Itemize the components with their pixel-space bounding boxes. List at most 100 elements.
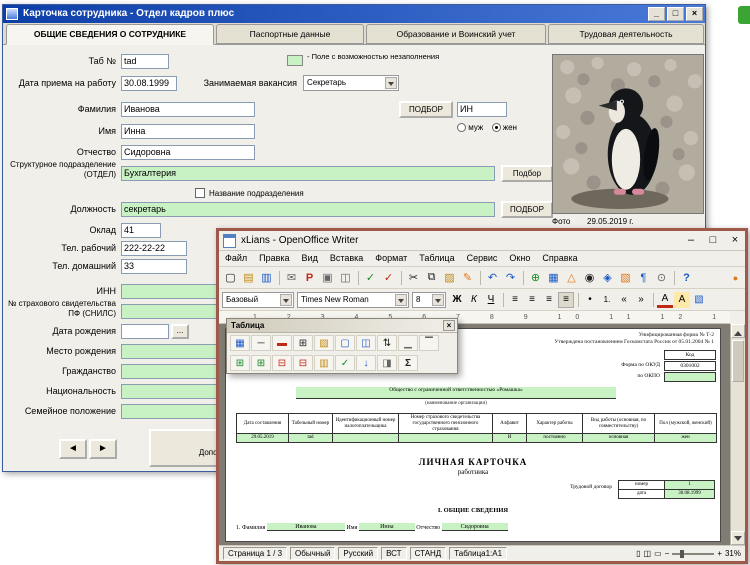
t2-value-cell[interactable]: tad: [289, 434, 333, 443]
menu-tools[interactable]: Сервис: [461, 251, 504, 266]
initials-input[interactable]: ИН: [457, 102, 507, 117]
copy-icon[interactable]: ⧉: [423, 270, 440, 286]
nonprinting-chars-icon[interactable]: ¶: [635, 270, 652, 286]
view-single-page-icon[interactable]: ▯: [636, 549, 640, 558]
font-color-icon[interactable]: A: [657, 292, 673, 308]
undo-icon[interactable]: ↶: [484, 270, 501, 286]
hr-close-button[interactable]: ×: [686, 7, 703, 21]
scrollbar-thumb[interactable]: [732, 340, 744, 382]
t2-value-cell[interactable]: 29.05.2019: [237, 434, 289, 443]
shortcut-corner-icon[interactable]: [738, 6, 750, 24]
surname-value[interactable]: Иванова: [267, 523, 345, 531]
menu-format[interactable]: Формат: [369, 251, 413, 266]
tab-passport-data[interactable]: Паспортные данные: [216, 24, 364, 44]
prev-record-button[interactable]: ◄: [59, 439, 87, 459]
work-phone-input[interactable]: 222-22-22: [121, 241, 187, 256]
numbered-list-icon[interactable]: 1.: [599, 292, 615, 308]
find-replace-icon[interactable]: ◉: [581, 270, 598, 286]
insert-column-icon[interactable]: ⊞: [251, 355, 271, 371]
gallery-icon[interactable]: ▧: [617, 270, 634, 286]
status-page-style[interactable]: Обычный: [290, 547, 335, 560]
menu-file[interactable]: Файл: [219, 251, 253, 266]
paste-icon[interactable]: ▨: [441, 270, 458, 286]
background-color-icon[interactable]: ▨: [314, 335, 334, 351]
line-color-icon[interactable]: ▬: [272, 335, 292, 351]
line-style-icon[interactable]: ─: [251, 335, 271, 351]
zoom-slider[interactable]: [672, 553, 714, 555]
split-cells-icon[interactable]: ◫: [356, 335, 376, 351]
writer-maximize-button[interactable]: □: [703, 231, 723, 250]
writer-minimize-button[interactable]: –: [681, 231, 701, 250]
t2-value-cell[interactable]: постоянно: [527, 434, 583, 443]
italic-button[interactable]: К: [466, 292, 482, 308]
scroll-down-button[interactable]: [731, 531, 745, 545]
podbor-employee-button[interactable]: ПОДБОР: [399, 101, 453, 118]
open-icon[interactable]: ▤: [240, 270, 257, 286]
department-input[interactable]: Бухгалтерия: [121, 166, 495, 181]
help-icon[interactable]: ?: [678, 270, 695, 286]
menu-window[interactable]: Окно: [503, 251, 536, 266]
print-preview-icon[interactable]: ◫: [337, 270, 354, 286]
menu-edit[interactable]: Правка: [253, 251, 295, 266]
writer-title-bar[interactable]: xLians - OpenOffice Writer – □ ×: [219, 231, 745, 251]
chevron-down-icon[interactable]: [395, 294, 407, 306]
t2-value-cell[interactable]: И: [493, 434, 527, 443]
menu-view[interactable]: Вид: [296, 251, 324, 266]
menu-insert[interactable]: Вставка: [324, 251, 369, 266]
draw-functions-icon[interactable]: △: [563, 270, 580, 286]
position-input[interactable]: секретарь: [121, 202, 495, 217]
lastname-input[interactable]: Иванова: [121, 102, 255, 117]
zoom-percent[interactable]: 31%: [725, 549, 741, 558]
home-phone-input[interactable]: 33: [121, 259, 187, 274]
salary-input[interactable]: 41: [121, 223, 161, 238]
zoom-out-icon[interactable]: −: [665, 549, 670, 558]
sum-icon[interactable]: Σ: [398, 355, 418, 371]
status-language[interactable]: Русский: [338, 547, 378, 560]
vacancy-select[interactable]: Секретарь: [303, 75, 399, 91]
contract-no-value[interactable]: 1: [665, 481, 715, 490]
fixed-columns-icon[interactable]: ◨: [377, 355, 397, 371]
organization-name[interactable]: Общество с ограниченной ответственностью…: [296, 387, 616, 399]
insert-table-icon[interactable]: ▦: [545, 270, 562, 286]
format-paintbrush-icon[interactable]: ✎: [459, 270, 476, 286]
sex-female-radio[interactable]: [492, 123, 501, 132]
autoformat-icon[interactable]: ▥: [314, 355, 334, 371]
tab-number-input[interactable]: tad: [121, 54, 169, 69]
t2-value-cell[interactable]: основная: [583, 434, 655, 443]
optimize-size-icon[interactable]: ⇅: [377, 335, 397, 351]
t2-value-cell[interactable]: [333, 434, 399, 443]
sex-male-radio[interactable]: [457, 123, 466, 132]
zoom-icon[interactable]: ⊙: [653, 270, 670, 286]
insert-table-icon[interactable]: ▦: [230, 335, 250, 351]
contract-date-value[interactable]: 30.08.1999: [665, 489, 715, 498]
sort-icon[interactable]: ↓: [356, 355, 376, 371]
decrease-indent-icon[interactable]: «: [616, 292, 632, 308]
redo-icon[interactable]: ↷: [502, 270, 519, 286]
status-selection-mode[interactable]: СТАНД: [410, 547, 447, 560]
hyperlink-icon[interactable]: ⊕: [527, 270, 544, 286]
hr-maximize-button[interactable]: □: [667, 7, 684, 21]
autospell-icon[interactable]: ✓: [380, 270, 397, 286]
bold-button[interactable]: Ж: [449, 292, 465, 308]
increase-indent-icon[interactable]: »: [633, 292, 649, 308]
firstname-input[interactable]: Инна: [121, 124, 255, 139]
hire-date-input[interactable]: 30.08.1999: [121, 76, 177, 91]
middlename-input[interactable]: Сидоровна: [121, 145, 255, 160]
print-icon[interactable]: ▣: [319, 270, 336, 286]
hr-title-bar[interactable]: Карточка сотрудника - Отдел кадров плюс …: [3, 5, 705, 23]
email-icon[interactable]: ✉: [283, 270, 300, 286]
align-top-icon[interactable]: ▔: [419, 335, 439, 351]
underline-button[interactable]: Ч: [483, 292, 499, 308]
zoom-in-icon[interactable]: +: [717, 549, 722, 558]
table-properties-icon[interactable]: ✓: [335, 355, 355, 371]
cut-icon[interactable]: ✂: [405, 270, 422, 286]
tab-work-activity[interactable]: Трудовая деятельность: [548, 24, 704, 44]
delete-row-icon[interactable]: ⊟: [272, 355, 292, 371]
tab-general-info[interactable]: ОБЩИЕ СВЕДЕНИЯ О СОТРУДНИКЕ: [6, 24, 214, 45]
export-pdf-icon[interactable]: P: [301, 270, 318, 286]
align-left-icon[interactable]: ≡: [507, 292, 523, 308]
department-podbor-button[interactable]: Подбор: [501, 165, 553, 182]
birth-date-browse-button[interactable]: ...: [171, 324, 189, 339]
font-name-select[interactable]: Times New Roman: [297, 292, 409, 308]
update-notification-icon[interactable]: ●: [727, 270, 744, 286]
